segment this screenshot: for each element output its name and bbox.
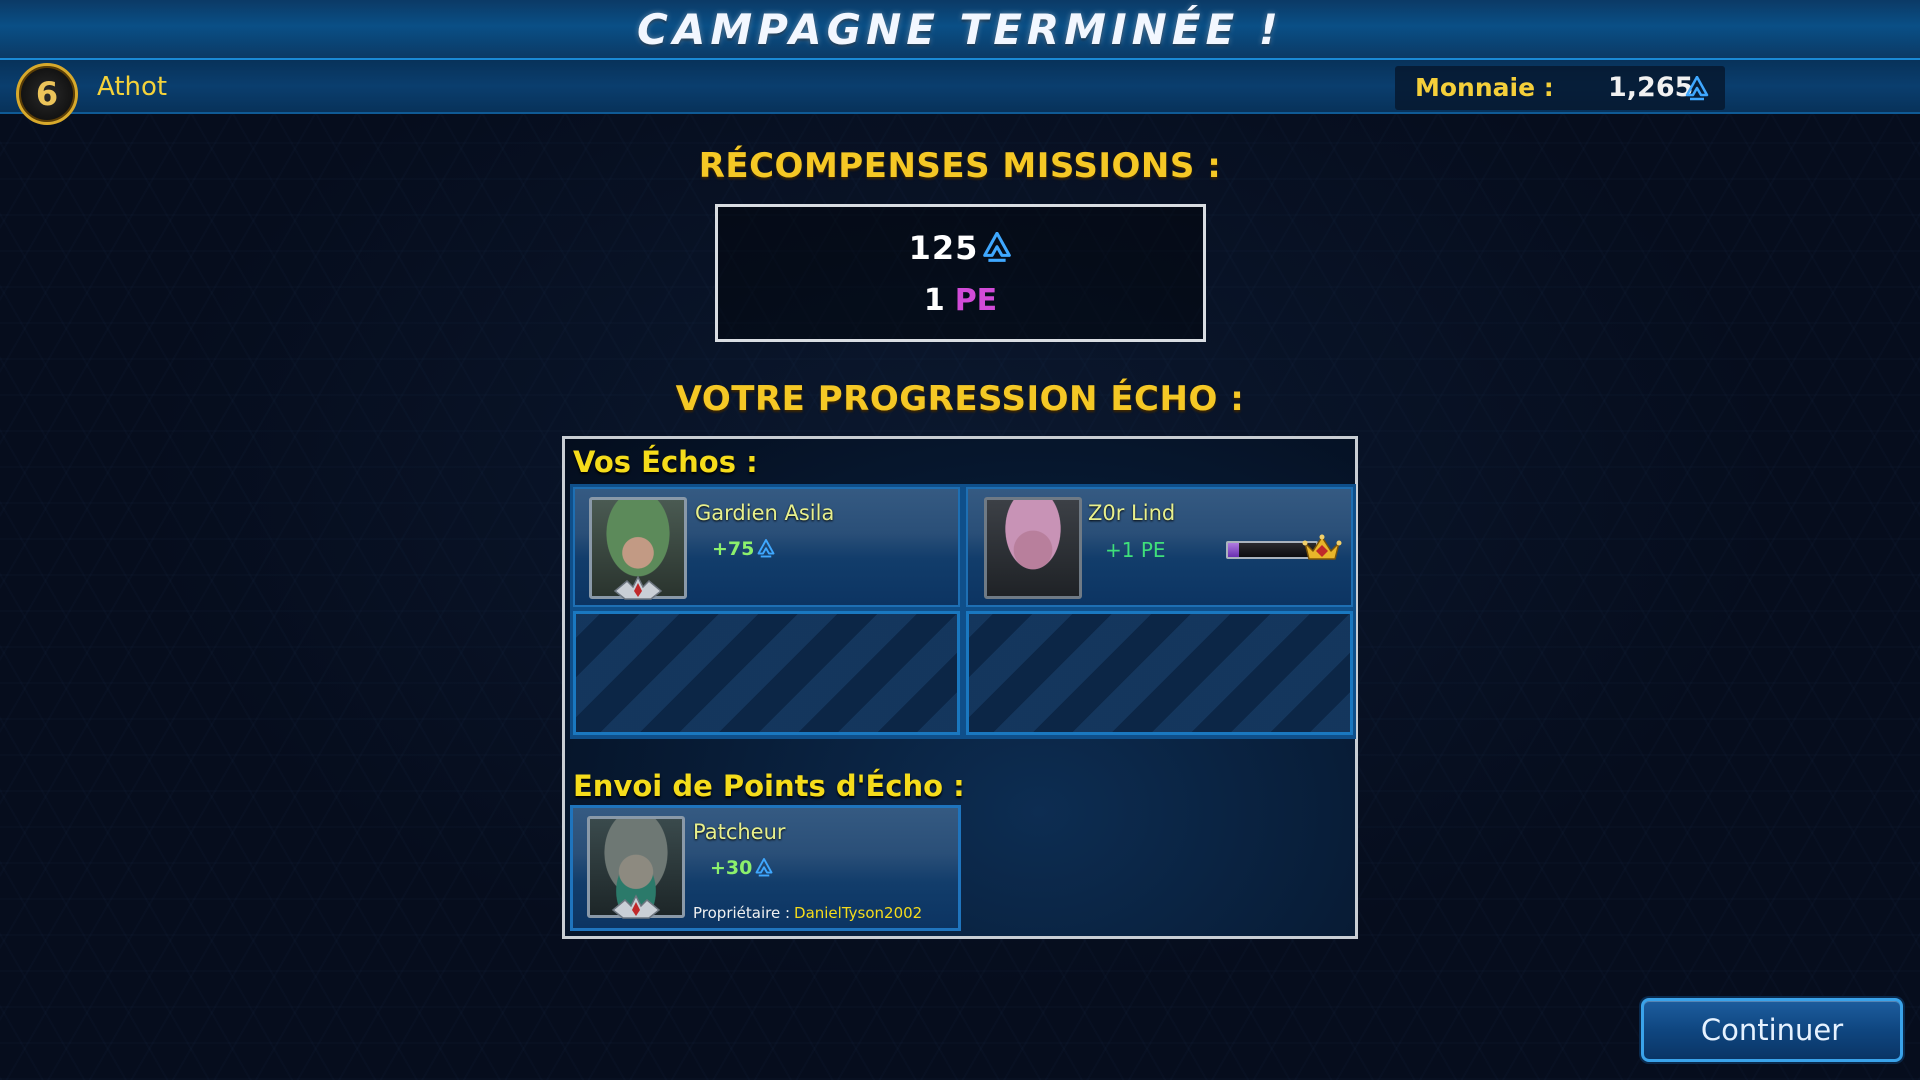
- credits-icon: [983, 232, 1012, 262]
- currency-label: Monnaie :: [1415, 73, 1554, 102]
- crown-icon: [1302, 534, 1342, 560]
- player-name: Athot: [97, 72, 168, 102]
- mission-rewards-box: 125 1 PE: [715, 204, 1206, 342]
- credits-icon: [1685, 76, 1709, 101]
- credits-icon: [757, 539, 775, 558]
- player-bar: 6 Athot Monnaie : 1,265: [0, 60, 1920, 125]
- reward-pe-label: PE: [954, 283, 998, 318]
- echo-grid: Gardien Asila +75 Z0r Lind +1 PE: [570, 484, 1356, 739]
- rank-emblem-icon: [613, 575, 663, 600]
- echo-points-send-heading: Envoi de Points d'Écho :: [573, 769, 965, 803]
- echo-name: Gardien Asila: [695, 501, 835, 525]
- echo-reward: +1 PE: [1105, 538, 1166, 562]
- echo-progression-panel: Vos Échos : Gardien Asila +75 Z0r Lind +…: [562, 436, 1358, 939]
- echo-name: Z0r Lind: [1088, 501, 1176, 525]
- echo-reward-value: +1 PE: [1105, 538, 1166, 562]
- rank-emblem-icon: [611, 894, 661, 919]
- echo-card[interactable]: Gardien Asila +75: [573, 487, 960, 607]
- reward-credits-value: 125: [908, 229, 979, 267]
- reward-credits-line: 125: [718, 229, 1203, 267]
- empty-echo-slot[interactable]: [966, 611, 1353, 735]
- page-title: CAMPAGNE TERMINÉE !: [637, 4, 1283, 54]
- sent-echo-card[interactable]: Patcheur +30 Propriétaire : DanielTyson20…: [570, 805, 961, 931]
- echo-reward: +30: [710, 857, 773, 879]
- echo-reward-value: +75: [712, 538, 755, 560]
- echo-name: Patcheur: [693, 820, 786, 844]
- title-bar: CAMPAGNE TERMINÉE !: [0, 0, 1920, 60]
- your-echoes-heading: Vos Échos :: [573, 445, 758, 479]
- echo-card[interactable]: Z0r Lind +1 PE: [966, 487, 1353, 607]
- echo-reward: +75: [712, 538, 775, 560]
- currency-value: 1,265: [1608, 72, 1694, 103]
- currency-display: Monnaie : 1,265: [1395, 66, 1725, 110]
- pe-progress-fill: [1228, 543, 1239, 557]
- echo-reward-value: +30: [710, 857, 753, 879]
- owner-line: Propriétaire : DanielTyson2002: [693, 904, 922, 922]
- mission-rewards-heading: RÉCOMPENSES MISSIONS :: [698, 146, 1222, 186]
- reward-pe-value: 1: [923, 283, 945, 318]
- credits-icon: [755, 858, 773, 877]
- owner-label: Propriétaire :: [693, 904, 791, 922]
- echo-portrait: [984, 497, 1082, 599]
- echo-progression-heading: VOTRE PROGRESSION ÉCHO :: [675, 379, 1245, 419]
- empty-echo-slot[interactable]: [573, 611, 960, 735]
- owner-name: DanielTyson2002: [794, 904, 923, 922]
- reward-pe-line: 1 PE: [718, 283, 1203, 318]
- continue-button[interactable]: Continuer: [1641, 998, 1903, 1062]
- player-level-badge: 6: [16, 63, 78, 125]
